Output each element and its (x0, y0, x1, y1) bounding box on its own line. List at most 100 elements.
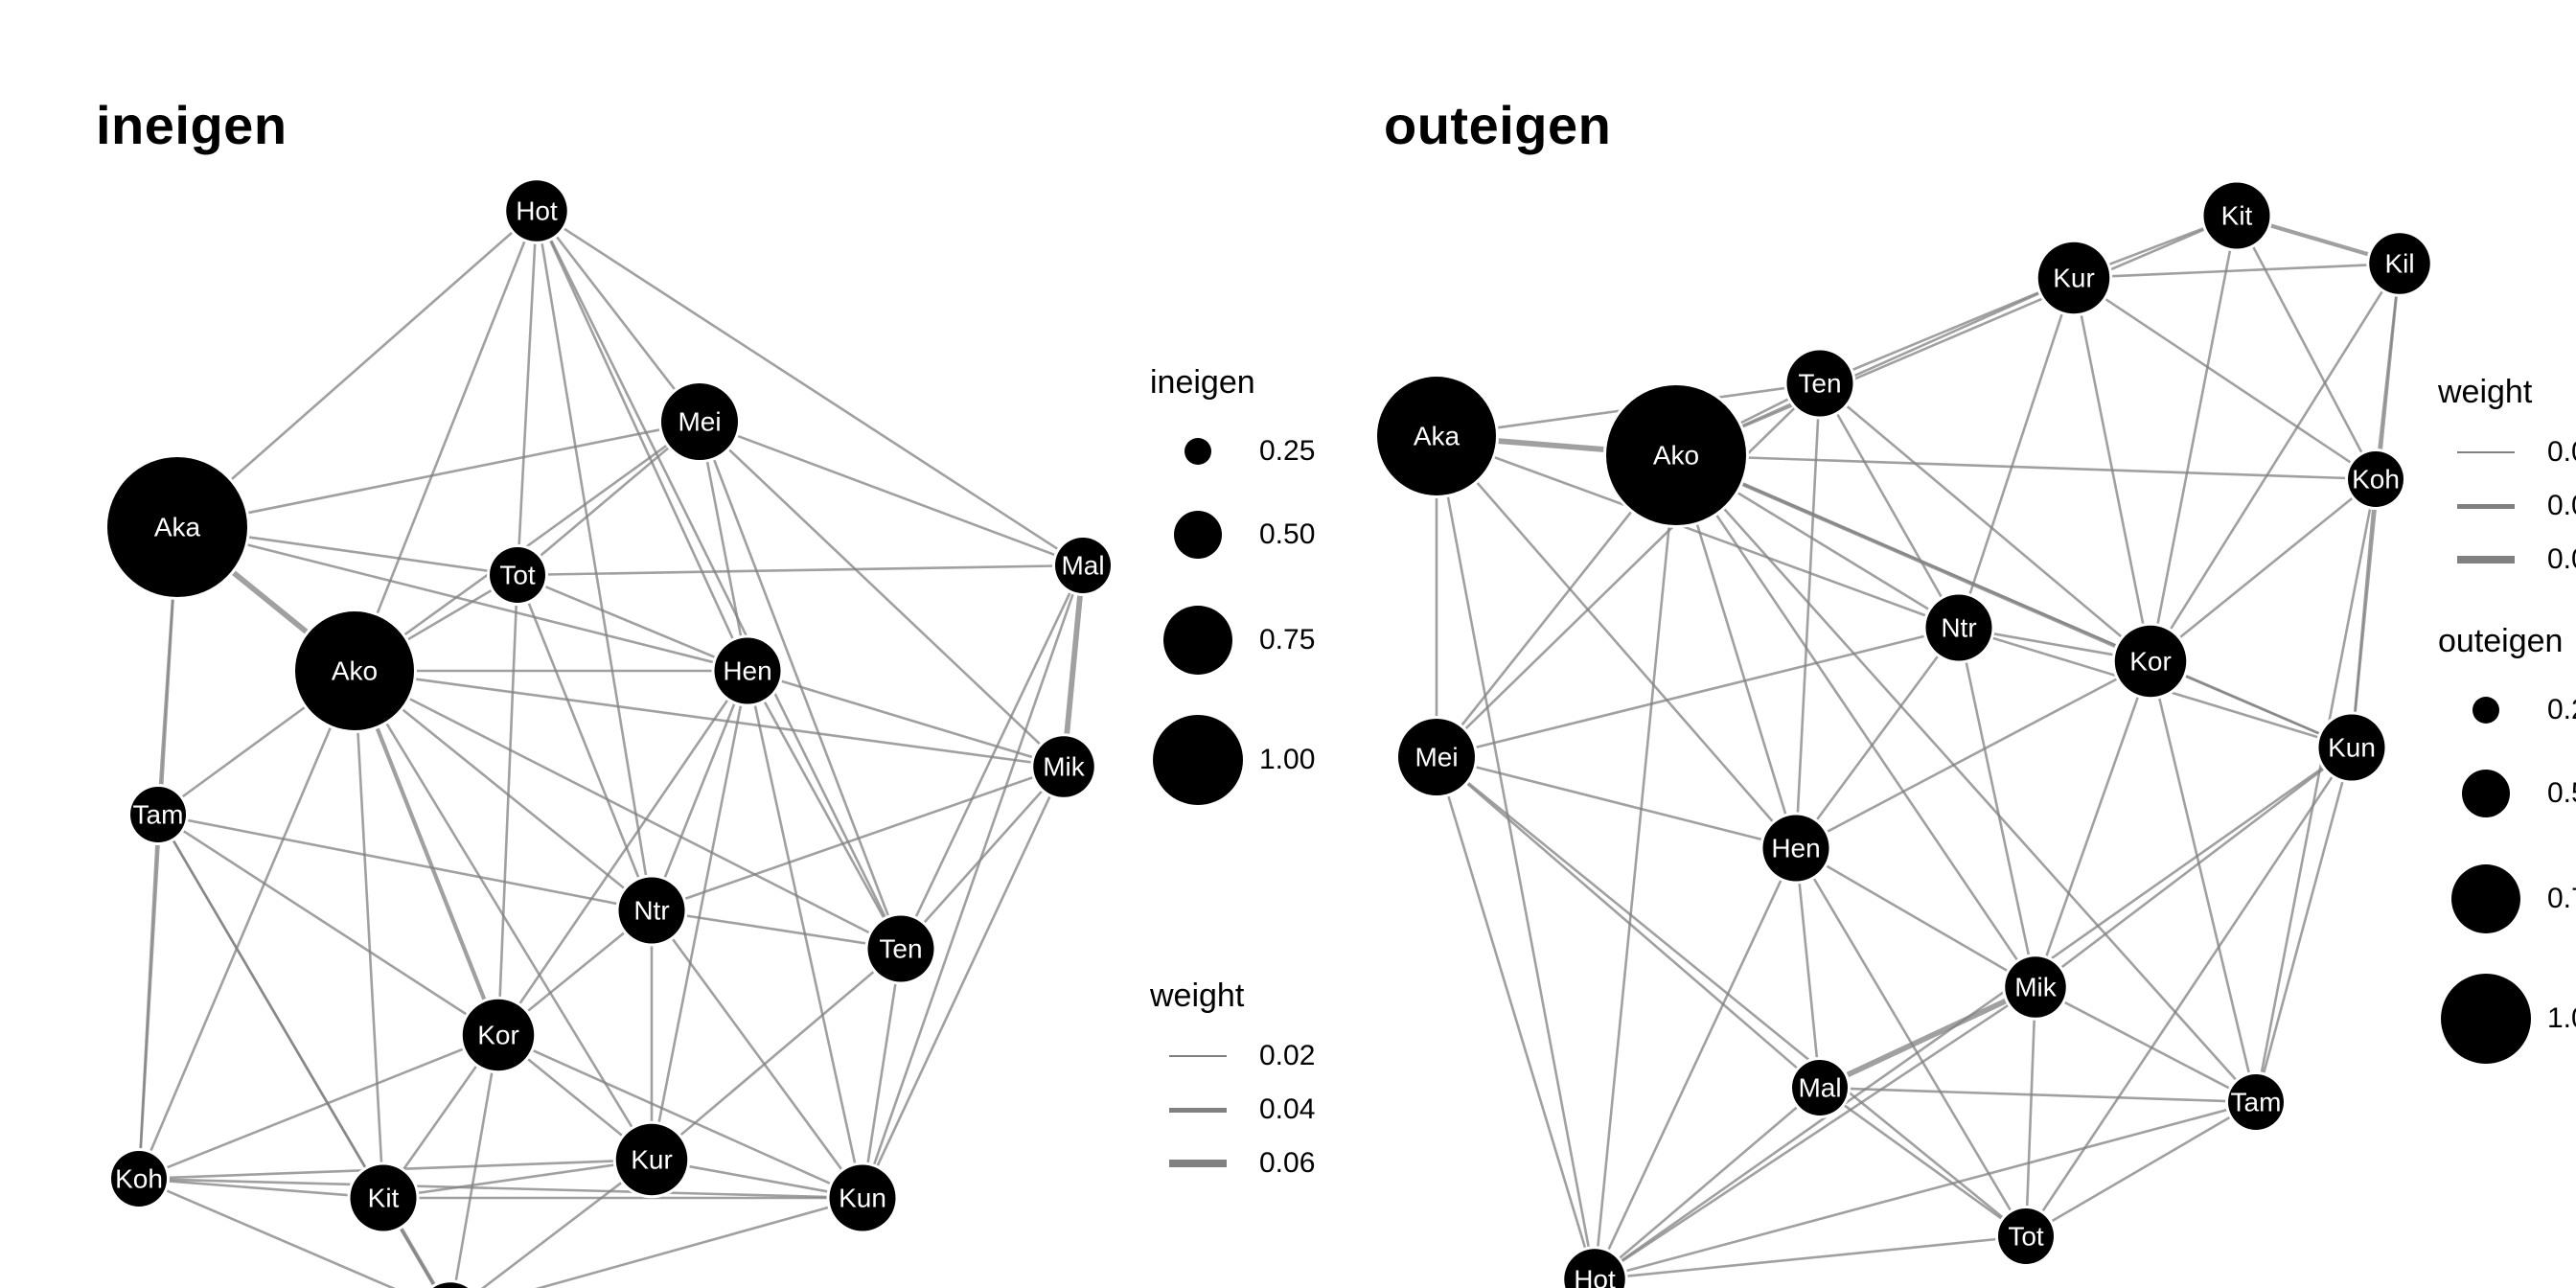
network-graph-outeigen: KitKilKurTenAkaAkoKohNtrKorMeiKunHenMikM… (1288, 0, 2576, 1288)
legend-size-outeigen: outeigen 0.25 0.50 0.75 1.00 (2438, 623, 2576, 1086)
node-kil (2369, 233, 2430, 294)
legend-weight-label: 0.06 (2547, 543, 2576, 576)
node-aka (1377, 377, 1496, 495)
legend-size-dot-icon (1150, 587, 1246, 693)
edge (678, 970, 875, 1137)
edge (727, 448, 1042, 747)
panel-outeigen: outeigen KitKilKurTenAkaAkoKohNtrKorMeiK… (1288, 0, 2576, 1288)
node-ten (1787, 351, 1853, 417)
node-aka (107, 457, 247, 597)
edge (1746, 457, 2348, 478)
edge (1696, 522, 1786, 816)
edge (684, 915, 868, 944)
node-ntr (1926, 595, 1992, 661)
node-tam (2228, 1074, 2284, 1130)
edge (1825, 864, 2010, 972)
edge (519, 242, 536, 547)
edge (1496, 441, 1606, 449)
legend-size-title: outeigen (2438, 623, 2576, 660)
node-mal (1055, 538, 1111, 593)
edge (1845, 1000, 2008, 1075)
edge (500, 603, 517, 1000)
edges-group (141, 227, 1081, 1288)
edge (2178, 496, 2354, 638)
legend-size-row: 0.25 (2438, 679, 2576, 741)
legend-weight-outeigen: weight 0.02 0.04 0.06 (2438, 374, 2576, 591)
edge (165, 1048, 465, 1168)
node-mik (1033, 736, 1094, 797)
node-tam (130, 787, 186, 842)
node-kor (2115, 626, 2187, 698)
edge (2104, 298, 2353, 464)
node-kun (830, 1165, 896, 1231)
node-ten (868, 916, 934, 982)
edge (181, 830, 468, 1016)
node-tot (490, 547, 545, 603)
edge (1799, 881, 1817, 1060)
edge (1826, 678, 2120, 833)
edge (1740, 292, 2041, 426)
node-ako (295, 611, 414, 730)
legend-weight-title: weight (2438, 374, 2576, 411)
legend-weight-row: 0.06 (2438, 538, 2576, 582)
legend-weight-row: 0.04 (2438, 484, 2576, 528)
edge (455, 1070, 492, 1283)
edge (1067, 593, 1080, 737)
edge (1474, 767, 1764, 840)
network-graph-ineigen: HotMeiAkaTotMalAkoHenMikTamNtrTenKorKurK… (0, 0, 1288, 1288)
legend-size-dot-icon (1150, 492, 1246, 578)
legend-size-label: 0.50 (2547, 777, 2576, 810)
legend-weight-row: 0.02 (2438, 430, 2576, 474)
edge (480, 1207, 831, 1288)
edge (1836, 412, 1943, 599)
edge (150, 725, 331, 1153)
legend-size-row: 0.75 (2438, 846, 2576, 952)
edge (2261, 506, 2370, 1074)
edge (1969, 311, 2063, 596)
node-kur (616, 1124, 688, 1196)
legend-weight-line-icon (2457, 504, 2515, 509)
node-kur (2038, 242, 2110, 314)
edge (1620, 767, 2325, 1262)
edge (2268, 225, 2370, 255)
legend-size-label: 1.00 (2547, 1002, 2576, 1035)
node-mei (1398, 719, 1475, 795)
node-kil (420, 1282, 481, 1288)
edge (141, 842, 157, 1151)
edge (2170, 289, 2383, 632)
edge (1851, 291, 2041, 370)
edge (1466, 781, 2004, 1218)
legend-weight-line-icon (1169, 1055, 1227, 1057)
edge (2183, 676, 2321, 735)
legend-weight-label: 0.02 (2547, 436, 2576, 469)
node-koh (2348, 451, 2404, 507)
edge (2264, 779, 2343, 1075)
edge (180, 706, 307, 798)
edge (563, 227, 1060, 550)
node-kor (463, 1000, 535, 1071)
legend-size-row: 0.50 (2438, 750, 2576, 837)
legend-weight-label: 0.04 (2547, 490, 2576, 522)
edge (1966, 660, 2029, 957)
node-mik (2005, 956, 2066, 1018)
edge (1723, 507, 2238, 1081)
edge (2059, 768, 2325, 969)
edge (232, 571, 309, 633)
edge (402, 1064, 478, 1170)
legend-size-dot-icon (2438, 681, 2534, 739)
legend-weight-line-icon (2457, 556, 2515, 564)
nodes-group: HotMeiAkaTotMalAkoHenMikTamNtrTenKorKurK… (104, 177, 1114, 1288)
legend-size-dot-icon (2438, 961, 2534, 1076)
edge (377, 726, 486, 1002)
node-kun (2319, 715, 2385, 781)
edge (230, 231, 514, 481)
page-root: ineigen HotMeiAkaTotMalAkoHenMikTamNtrTe… (0, 0, 2576, 1288)
edge (1813, 877, 2012, 1212)
edge (1843, 1104, 2004, 1220)
edge (873, 591, 1073, 1166)
legend-weight-line-icon (1169, 1160, 1227, 1167)
node-hen (1763, 816, 1829, 882)
edge (401, 708, 626, 889)
edge (246, 429, 662, 514)
node-ntr (619, 878, 685, 944)
